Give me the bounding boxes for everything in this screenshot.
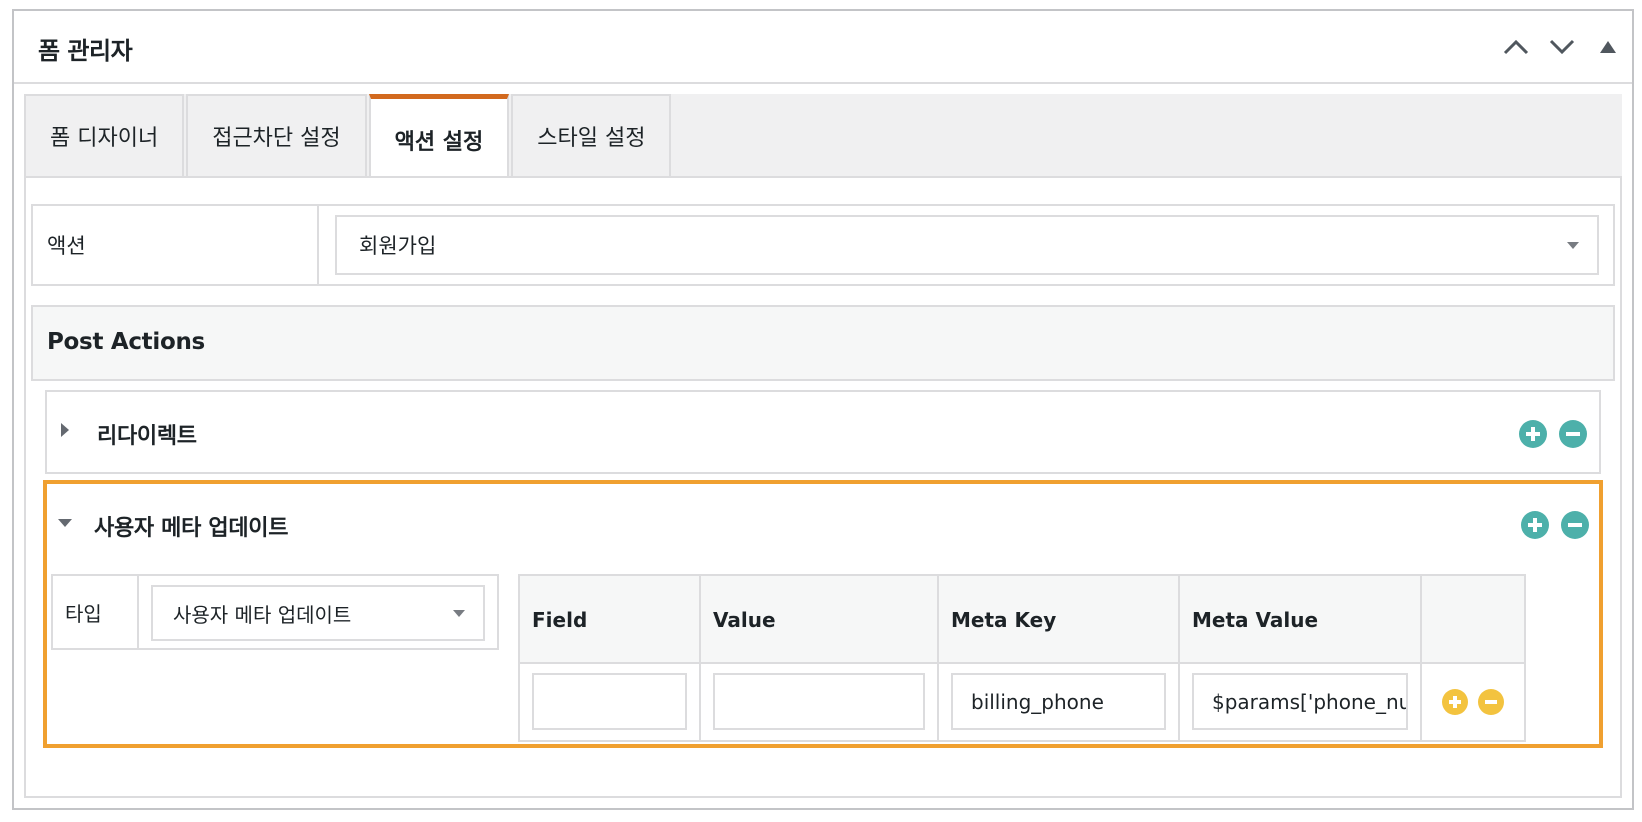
- panel-body: 폼 디자이너 접근차단 설정 액션 설정 스타일 설정 액션 회원가입 Post…: [24, 94, 1622, 798]
- meta-value-input[interactable]: $params['phone_num: [1192, 673, 1408, 730]
- field-cell: [520, 664, 701, 740]
- post-actions-title: Post Actions: [47, 329, 205, 355]
- action-select[interactable]: 회원가입: [335, 215, 1599, 275]
- meta-key-cell: billing_phone: [939, 664, 1180, 740]
- plus-icon: [1528, 518, 1542, 532]
- minus-icon: [1566, 432, 1580, 436]
- add-row-button[interactable]: [1442, 689, 1468, 715]
- action-row: 액션 회원가입: [31, 204, 1615, 286]
- column-header-meta-value: Meta Value: [1180, 576, 1422, 662]
- column-header-actions: [1422, 576, 1524, 662]
- value-input[interactable]: [713, 673, 925, 730]
- remove-row-button[interactable]: [1478, 689, 1504, 715]
- accordion-buttons: [1519, 420, 1587, 448]
- type-select[interactable]: 사용자 메타 업데이트: [151, 585, 485, 641]
- column-header-field: Field: [520, 576, 701, 662]
- tab-label: 접근차단 설정: [212, 126, 341, 151]
- field-input[interactable]: [532, 673, 687, 730]
- accordion-title: 사용자 메타 업데이트: [94, 516, 289, 541]
- row-actions-cell: [1422, 664, 1524, 740]
- type-label: 타입: [53, 576, 139, 648]
- tab-bar: 폼 디자이너 접근차단 설정 액션 설정 스타일 설정: [24, 94, 673, 176]
- caret-down-icon[interactable]: [58, 519, 72, 527]
- add-action-button[interactable]: [1519, 420, 1547, 448]
- dropdown-caret-icon: [453, 610, 465, 617]
- accordion-header[interactable]: 사용자 메타 업데이트: [47, 484, 1599, 564]
- accordion-title: 리다이렉트: [97, 424, 197, 449]
- tab-label: 폼 디자이너: [50, 126, 159, 151]
- chevron-up-icon[interactable]: [1502, 33, 1530, 61]
- tab-label: 액션 설정: [394, 129, 484, 155]
- post-action-user-meta-update: 사용자 메타 업데이트 타입 사용자 메타 업데이트 Field Value M…: [43, 480, 1603, 748]
- tab-access-block-settings[interactable]: 접근차단 설정: [186, 94, 367, 176]
- post-action-redirect: 리다이렉트: [45, 390, 1601, 474]
- table-header: Field Value Meta Key Meta Value: [520, 576, 1524, 664]
- action-label: 액션: [33, 206, 319, 284]
- form-manager-panel: 폼 관리자 폼 디자이너 접근차단 설정 액션 설정 스타일 설정 액션 회원가: [12, 9, 1634, 810]
- minus-icon: [1568, 523, 1582, 527]
- tab-label: 스타일 설정: [537, 126, 646, 151]
- plus-icon: [1526, 427, 1540, 441]
- caret-right-icon[interactable]: [61, 423, 69, 437]
- panel-header: 폼 관리자: [14, 11, 1632, 84]
- type-row: 타입 사용자 메타 업데이트: [51, 574, 499, 650]
- accordion-buttons: [1521, 511, 1589, 539]
- meta-value-cell: $params['phone_num: [1180, 664, 1422, 740]
- column-header-value: Value: [701, 576, 939, 662]
- add-action-button[interactable]: [1521, 511, 1549, 539]
- value-cell: [701, 664, 939, 740]
- minus-icon: [1485, 700, 1497, 704]
- tab-action-settings[interactable]: 액션 설정: [368, 94, 510, 176]
- dropdown-caret-icon: [1567, 242, 1579, 249]
- triangle-up-icon[interactable]: [1594, 33, 1622, 61]
- panel-title: 폼 관리자: [38, 37, 133, 65]
- action-select-value: 회원가입: [359, 234, 437, 258]
- table-row: billing_phone $params['phone_num: [520, 664, 1524, 740]
- remove-action-button[interactable]: [1561, 511, 1589, 539]
- tab-style-settings[interactable]: 스타일 설정: [511, 94, 672, 176]
- type-select-value: 사용자 메타 업데이트: [173, 602, 352, 627]
- meta-mapping-table: Field Value Meta Key Meta Value billing_…: [518, 574, 1526, 742]
- meta-key-input[interactable]: billing_phone: [951, 673, 1166, 730]
- row-buttons: [1442, 689, 1504, 715]
- accordion-header[interactable]: 리다이렉트: [47, 392, 1599, 472]
- panel-controls: [1502, 33, 1622, 61]
- action-settings-content: 액션 회원가입 Post Actions 리다이렉트 사용자 메타 업데이트 타…: [24, 176, 1622, 798]
- plus-icon: [1449, 696, 1461, 708]
- remove-action-button[interactable]: [1559, 420, 1587, 448]
- tab-form-designer[interactable]: 폼 디자이너: [24, 94, 185, 176]
- post-actions-header: Post Actions: [31, 305, 1615, 381]
- chevron-down-icon[interactable]: [1548, 33, 1576, 61]
- column-header-meta-key: Meta Key: [939, 576, 1180, 662]
